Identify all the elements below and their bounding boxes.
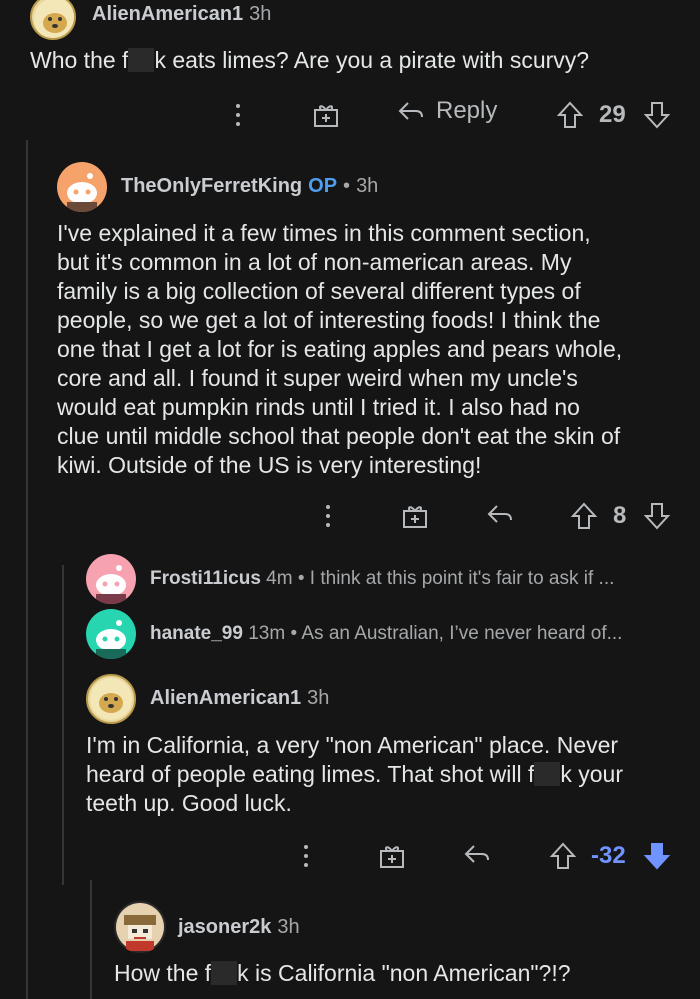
downvote-icon[interactable]: [643, 841, 671, 871]
avatar[interactable]: [86, 554, 136, 604]
comment-time: 3h: [356, 175, 379, 197]
comment-author[interactable]: jasoner2k 3h: [178, 916, 300, 939]
comment-author[interactable]: TheOnlyFerretKing OP • 3h: [121, 175, 378, 198]
downvote-icon[interactable]: [643, 100, 671, 130]
upvote-icon[interactable]: [570, 501, 598, 531]
snoo-avatar-icon: [96, 620, 126, 659]
more-options-icon[interactable]: [300, 842, 312, 870]
comment-body: Who the fk eats limes? Are you a pirate …: [30, 47, 590, 73]
comment-time: 3h: [277, 916, 300, 938]
comment-actions: -32: [0, 838, 700, 874]
vote-score: 29: [599, 101, 626, 128]
upvote-icon[interactable]: [549, 841, 577, 871]
op-badge: OP: [308, 175, 338, 197]
thread-line[interactable]: [62, 565, 64, 885]
more-options-icon[interactable]: [232, 101, 244, 129]
award-icon[interactable]: [378, 842, 406, 870]
thread-line[interactable]: [90, 880, 92, 999]
upvote-icon[interactable]: [556, 100, 584, 130]
reply-icon[interactable]: [462, 840, 492, 868]
reply-button[interactable]: Reply: [396, 97, 497, 125]
avatar[interactable]: [57, 162, 107, 212]
award-icon[interactable]: [401, 502, 429, 530]
avatar[interactable]: [114, 901, 166, 953]
doge-icon: [90, 678, 132, 720]
avatar[interactable]: [30, 0, 76, 40]
comment-author[interactable]: Frosti11icus: [150, 568, 261, 589]
avatar[interactable]: [86, 609, 136, 659]
comment-time: 3h: [249, 3, 272, 25]
comment-time: 4m: [266, 568, 293, 589]
vote-score: 8: [613, 502, 627, 529]
comment-actions: Reply 29: [0, 97, 700, 133]
award-icon[interactable]: [312, 101, 340, 129]
comment-actions: 8: [0, 498, 700, 534]
vote-score: -32: [591, 842, 626, 869]
snoo-avatar-icon: [96, 565, 126, 604]
avatar[interactable]: [86, 674, 136, 724]
comment-author[interactable]: AlienAmerican1 3h: [92, 3, 271, 26]
reply-icon[interactable]: [485, 500, 515, 528]
comment-time: 13m: [248, 623, 286, 644]
snoo-avatar-icon: [67, 173, 97, 212]
comment-author[interactable]: AlienAmerican1 3h: [150, 687, 329, 710]
character-avatar-icon: [116, 903, 164, 951]
comment-preview: As an Australian, I’ve never heard of...: [301, 623, 623, 644]
comment-author[interactable]: hanate_99: [150, 623, 243, 644]
comment-body: How the fk is California "non American"?…: [114, 960, 571, 986]
censor-block: [534, 762, 561, 786]
doge-icon: [34, 0, 74, 38]
censor-block: [211, 961, 238, 985]
comment-body: I'm in California, a very "non American"…: [86, 732, 623, 816]
downvote-icon[interactable]: [643, 501, 671, 531]
reply-icon: [398, 102, 423, 120]
collapsed-comment[interactable]: Frosti11icus 4m • I think at this point …: [150, 568, 614, 590]
comment-time: 3h: [307, 687, 330, 709]
comment-preview: I think at this point it's fair to ask i…: [309, 568, 615, 589]
comment-body: I've explained it a few times in this co…: [57, 220, 623, 478]
collapsed-comment[interactable]: hanate_99 13m • As an Australian, I’ve n…: [150, 623, 622, 645]
censor-block: [128, 48, 155, 72]
more-options-icon[interactable]: [322, 502, 334, 530]
